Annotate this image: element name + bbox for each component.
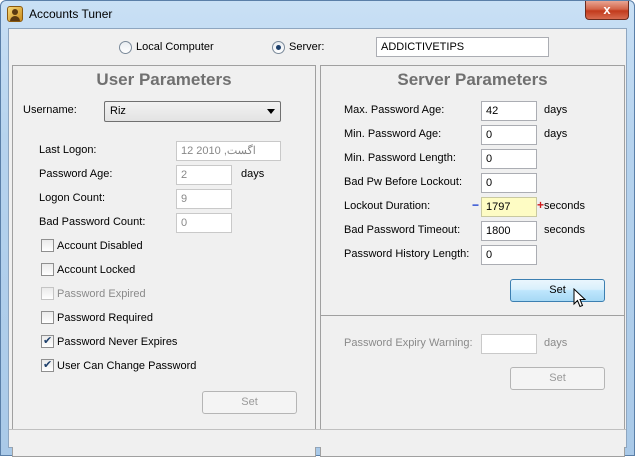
status-bar — [9, 429, 626, 447]
bad-password-timeout-unit: seconds — [544, 224, 585, 236]
server-set-button[interactable]: Set — [510, 279, 605, 302]
bad-pw-before-lockout-input[interactable]: 0 — [481, 173, 537, 193]
password-never-expires-checkbox[interactable]: Password Never Expires — [41, 334, 178, 348]
close-button[interactable]: x — [585, 1, 629, 20]
password-age-unit: days — [241, 168, 265, 180]
checkbox-box[interactable] — [41, 263, 54, 276]
user-icon — [7, 6, 23, 22]
client-area: Local Computer Server: ADDICTIVETIPS Use… — [8, 28, 627, 457]
bad-password-count-label: Bad Password Count: — [39, 216, 146, 228]
account-disabled-checkbox[interactable]: Account Disabled — [41, 239, 143, 252]
expiry-warning-set-button[interactable]: Set — [510, 367, 605, 390]
title-bar[interactable]: Accounts Tuner x — [1, 1, 634, 28]
username-value: Riz — [110, 105, 126, 117]
min-age-unit: days — [544, 128, 568, 140]
user-set-button[interactable]: Set — [202, 391, 297, 414]
bad-password-count-field: 0 — [176, 213, 232, 233]
server-option[interactable]: Server: — [272, 39, 324, 55]
app-window: Accounts Tuner x Local Computer Server: … — [0, 0, 635, 457]
checkbox-box — [41, 287, 54, 300]
window-title: Accounts Tuner — [29, 7, 113, 21]
max-age-input[interactable]: 42 — [481, 101, 537, 121]
local-computer-option[interactable]: Local Computer — [119, 39, 214, 55]
user-parameters-title: User Parameters — [96, 70, 232, 89]
server-name-input[interactable]: ADDICTIVETIPS — [376, 37, 549, 57]
min-length-input[interactable]: 0 — [481, 149, 537, 169]
password-expiry-warning-label: Password Expiry Warning: — [344, 337, 473, 349]
checkbox-box[interactable] — [41, 334, 54, 348]
password-expiry-warning-unit: days — [544, 337, 568, 349]
password-required-checkbox[interactable]: Password Required — [41, 311, 153, 324]
password-age-field: 2 — [176, 165, 232, 185]
lockout-duration-label: Lockout Duration: — [344, 200, 431, 212]
username-label: Username: — [23, 104, 77, 116]
bad-password-timeout-label: Bad Password Timeout: — [344, 224, 461, 236]
checkbox-label: Password Expired — [57, 287, 146, 300]
min-age-label: Min. Password Age: — [344, 128, 442, 140]
local-computer-label: Local Computer — [136, 41, 214, 53]
account-locked-checkbox[interactable]: Account Locked — [41, 263, 135, 276]
checkbox-box[interactable] — [41, 239, 54, 252]
password-age-label: Password Age: — [39, 168, 113, 180]
min-age-input[interactable]: 0 — [481, 125, 537, 145]
checkbox-box[interactable] — [41, 311, 54, 324]
password-history-label: Password History Length: — [344, 248, 470, 260]
last-logon-field: 12 2010 ,اگست — [176, 141, 281, 161]
checkbox-label: User Can Change Password — [57, 359, 197, 372]
user-parameters-panel: User Parameters Username: Riz Last Logon… — [12, 65, 316, 457]
panel-divider — [321, 315, 624, 316]
server-parameters-title: Server Parameters — [397, 70, 548, 89]
mouse-cursor-icon — [573, 288, 586, 308]
username-select[interactable]: Riz — [104, 101, 281, 122]
server-parameters-panel: Server Parameters Max. Password Age: 42 … — [320, 65, 625, 457]
checkbox-label: Password Never Expires — [57, 335, 178, 348]
last-logon-label: Last Logon: — [39, 144, 97, 156]
checkbox-label: Account Disabled — [57, 239, 143, 252]
checkbox-label: Password Required — [57, 311, 153, 324]
bad-pw-before-lockout-label: Bad Pw Before Lockout: — [344, 176, 463, 188]
minus-icon[interactable]: − — [472, 198, 479, 212]
server-radio[interactable] — [272, 40, 285, 54]
chevron-down-icon — [267, 109, 275, 114]
lockout-duration-input[interactable]: 1797 — [481, 197, 537, 217]
plus-icon[interactable]: + — [537, 198, 544, 212]
lockout-duration-unit: seconds — [544, 200, 585, 212]
checkbox-box[interactable] — [41, 358, 54, 372]
password-history-input[interactable]: 0 — [481, 245, 537, 265]
user-can-change-password-checkbox[interactable]: User Can Change Password — [41, 358, 197, 372]
min-length-label: Min. Password Length: — [344, 152, 456, 164]
max-age-label: Max. Password Age: — [344, 104, 445, 116]
password-expiry-warning-input — [481, 334, 537, 354]
local-computer-radio[interactable] — [119, 40, 132, 54]
password-expired-checkbox: Password Expired — [41, 287, 146, 300]
checkbox-label: Account Locked — [57, 263, 136, 276]
server-label: Server: — [289, 41, 325, 53]
logon-count-field: 9 — [176, 189, 232, 209]
max-age-unit: days — [544, 104, 568, 116]
bad-password-timeout-input[interactable]: 1800 — [481, 221, 537, 241]
logon-count-label: Logon Count: — [39, 192, 106, 204]
